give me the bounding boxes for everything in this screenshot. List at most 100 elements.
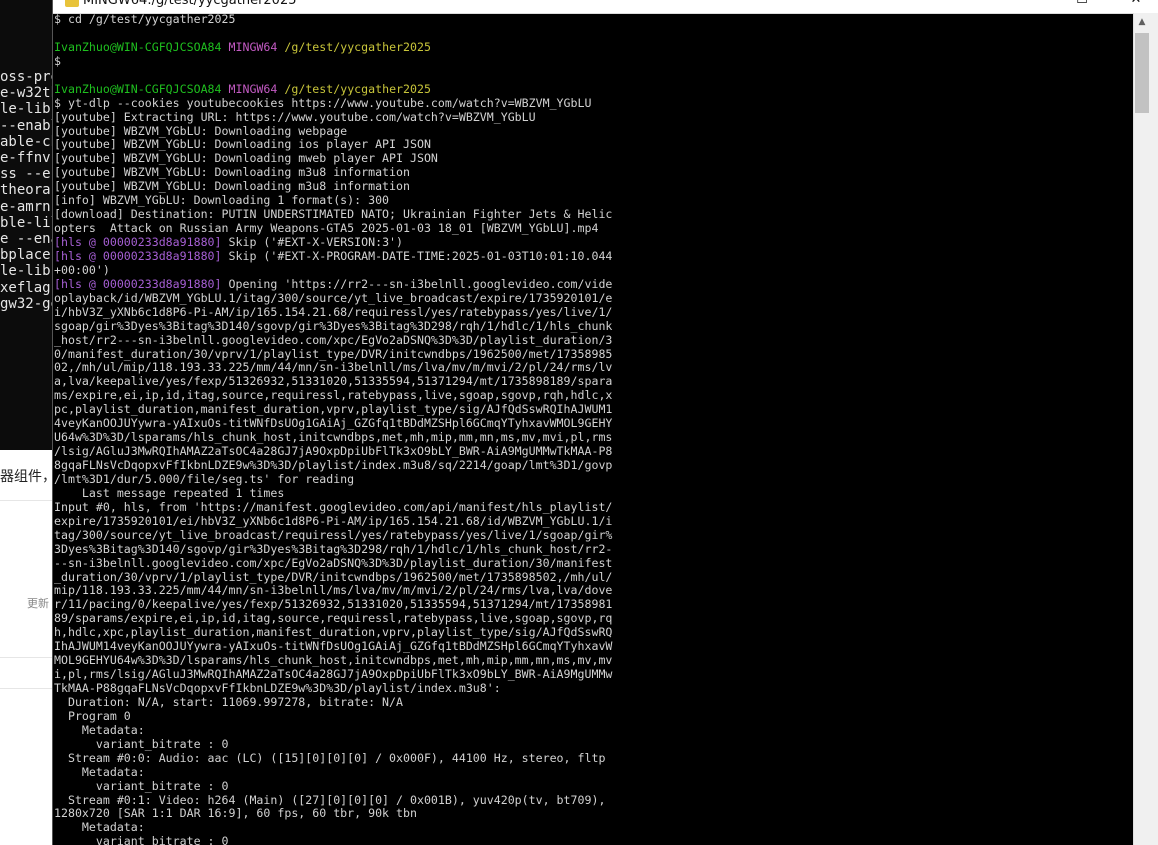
- terminal-window[interactable]: MINGW64:/g/test/yycgather2025 ☐ ✕ $ cd /…: [52, 0, 1158, 845]
- output-line: [youtube] WBZVM_YGbLU: Downloading m3u8 …: [54, 166, 410, 180]
- output-line: h,hdlc,xpc,playlist_duration,manifest_du…: [54, 626, 613, 640]
- hls-tag: [hls @ 00000233d8a91880]: [54, 277, 222, 291]
- background-text-line: bplacek: [0, 247, 52, 264]
- output-line: r/11/pacing/0/keepalive/yes/fexp/5132693…: [54, 598, 613, 612]
- background-terminal: oss-pree-w32thle-libz--enablable-che-ffn…: [0, 0, 52, 450]
- prompt-shell: MINGW64: [228, 82, 278, 96]
- divider: [0, 688, 52, 689]
- output-line: 8gqaFLNsVcDqopxvFfIkbnLDZE9w%3D%3D/playl…: [54, 459, 613, 472]
- background-text-line: --enabl: [0, 117, 52, 134]
- hls-tag: [hls @ 00000233d8a91880]: [54, 249, 222, 263]
- terminal-output[interactable]: $ cd /g/test/yycgather2025 IvanZhuo@WIN-…: [53, 13, 1133, 845]
- command-line: $ cd /g/test/yycgather2025: [54, 13, 236, 26]
- output-line: +00:00'): [54, 263, 110, 277]
- scroll-up-arrow-icon[interactable]: ▲: [1134, 15, 1150, 29]
- background-text-line: e-w32th: [0, 85, 52, 102]
- output-line: i/hbV3Z_yXNb6c1d8P6-Pi-AM/ip/165.154.21.…: [54, 305, 613, 319]
- output-line: pc,playlist_duration,manifest_duration,v…: [54, 403, 613, 417]
- scroll-thumb[interactable]: [1135, 33, 1149, 113]
- background-text-line: oss-pre: [0, 69, 52, 85]
- output-line: 0/manifest_duration/30/vprv/1/playlist_t…: [54, 347, 613, 361]
- prompt-line: IvanZhuo@WIN-CGFQJCSOA84 MINGW64 /g/test…: [54, 41, 1133, 55]
- output-line: Input #0, hls, from 'https://manifest.go…: [54, 500, 613, 514]
- prompt-line: IvanZhuo@WIN-CGFQJCSOA84 MINGW64 /g/test…: [54, 83, 1133, 97]
- output-line: --sn-i3belnll.googlevideo.com/xpc/EgVo2a…: [54, 556, 613, 570]
- output-block: $ yt-dlp --cookies youtubecookies https:…: [54, 97, 1133, 236]
- prompt-user: IvanZhuo@WIN-CGFQJCSOA84: [54, 40, 222, 54]
- output-line: [youtube] WBZVM_YGbLU: Downloading mweb …: [54, 152, 438, 166]
- hls-message: Skip ('#EXT-X-VERSION:3'): [221, 236, 404, 249]
- output-line: Stream #0:0: Audio: aac (LC) ([15][0][0]…: [54, 751, 606, 765]
- output-line: U64w%3D%3D/lsparams/hls_chunk_host,initc…: [54, 431, 613, 445]
- prompt-user: IvanZhuo@WIN-CGFQJCSOA84: [54, 82, 222, 96]
- output-line: 4veyKanOOJUYywra-yAIxuOs-titWNfDsUOg1GAi…: [54, 417, 613, 431]
- background-update-label: 更新: [27, 597, 49, 610]
- output-line: _host/rr2---sn-i3belnll.googlevideo.com/…: [54, 333, 613, 347]
- output-line: /lmt%3D1/dur/5.000/file/seg.ts' for read…: [54, 472, 355, 486]
- prompt-shell: MINGW64: [228, 40, 278, 54]
- background-text-line: able-ch: [0, 133, 52, 150]
- output-line: opters Attack on Russian Army Weapons-GT…: [54, 222, 599, 236]
- divider: [0, 500, 52, 501]
- divider: [0, 657, 52, 658]
- output-line: tag/300/source/yt_live_broadcast/require…: [54, 528, 613, 542]
- output-line: [youtube] WBZVM_YGbLU: Downloading webpa…: [54, 124, 348, 138]
- output-line: 02,/mh/ul/mip/118.193.33.225/mm/44/mn/sn…: [54, 361, 613, 375]
- window-title: MINGW64:/g/test/yycgather2025: [83, 0, 297, 8]
- output-block: oplayback/id/WBZVM_YGbLU.1/itag/300/sour…: [54, 292, 1133, 845]
- output-line: variant_bitrate : 0: [54, 779, 229, 793]
- output-line: a,lva/keepalive/yes/fexp/51326932,513310…: [54, 375, 613, 389]
- command-line: $: [54, 54, 61, 68]
- output-line: _duration/30/vprv/1/playlist_type/DVR/in…: [54, 570, 613, 584]
- hls-log-line: [hls @ 00000233d8a91880] Skip ('#EXT-X-P…: [54, 250, 1133, 264]
- output-line: /lsig/AGluJ3MwRQIhAMAZ2aTsOC4a28GJ7jA9Ox…: [54, 445, 613, 459]
- hls-log-line: [hls @ 00000233d8a91880] Opening 'https:…: [54, 278, 1133, 292]
- title-bar[interactable]: MINGW64:/g/test/yycgather2025 ☐ ✕: [53, 0, 1158, 14]
- output-line: [info] WBZVM_YGbLU: Downloading 1 format…: [54, 194, 390, 208]
- vertical-scrollbar[interactable]: ▲: [1133, 13, 1158, 845]
- output-line: Program 0: [54, 709, 131, 723]
- output-line: TkMAA-P88gqaFLNsVcDqopxvFfIkbnLDZE9w%3D%…: [54, 682, 501, 695]
- prompt-path: /g/test/yycgather2025: [284, 82, 431, 96]
- background-text-line: e-amrnk: [0, 198, 52, 215]
- background-page: [0, 450, 52, 845]
- hls-message: Skip ('#EXT-X-PROGRAM-DATE-TIME:2025-01-…: [221, 249, 613, 263]
- background-text-line: ss --er: [0, 166, 52, 183]
- output-line: 3Dyes%3Bitag%3D140/sgovp/gir%3Dyes%3Bita…: [54, 542, 613, 556]
- output-line: Metadata:: [54, 765, 145, 779]
- output-line: variant_bitrate : 0: [54, 835, 229, 845]
- output-line: expire/1735920101/ei/hbV3Z_yXNb6c1d8P6-P…: [54, 514, 613, 528]
- background-text-line: theora: [0, 182, 51, 199]
- output-line: IhAJWUM14veyKanOOJUYywra-yAIxuOs-titWNfD…: [54, 640, 613, 654]
- output-line: $ yt-dlp --cookies youtubecookies https:…: [54, 96, 592, 110]
- background-text-line: gw32-ge: [0, 295, 52, 312]
- hls-log-line: [hls @ 00000233d8a91880] Skip ('#EXT-X-V…: [54, 236, 1133, 250]
- output-line: Metadata:: [54, 821, 145, 835]
- close-button[interactable]: ✕: [1113, 0, 1158, 13]
- output-line: 1280x720 [SAR 1:1 DAR 16:9], 60 fps, 60 …: [54, 807, 417, 821]
- output-line: [download] Destination: PUTIN UNDERSTIMA…: [54, 208, 613, 222]
- output-line: Last message repeated 1 times: [54, 486, 285, 500]
- background-text-snippet: 器组件，: [0, 469, 56, 485]
- background-text-line: le-libz: [0, 263, 52, 280]
- output-line: Metadata:: [54, 723, 145, 737]
- output-line: Stream #0:1: Video: h264 (Main) ([27][0]…: [54, 793, 606, 807]
- mingw-terminal-icon: [65, 0, 79, 7]
- hls-message: Opening 'https://rr2---sn-i3belnll.googl…: [221, 277, 613, 291]
- background-text-line: ble-lil: [0, 214, 52, 231]
- background-text-line: xeflags: [0, 279, 52, 296]
- output-line: [youtube] WBZVM_YGbLU: Downloading ios p…: [54, 138, 431, 152]
- output-line: 89/sparams/expire,ei,ip,id,itag,source,r…: [54, 612, 613, 626]
- maximize-button[interactable]: ☐: [1059, 0, 1105, 13]
- output-line: Duration: N/A, start: 11069.997278, bitr…: [54, 695, 404, 709]
- output-line: oplayback/id/WBZVM_YGbLU.1/itag/300/sour…: [54, 291, 613, 305]
- output-line: i,pl,rms/lsig/AGluJ3MwRQIhAMAZ2aTsOC4a28…: [54, 668, 613, 682]
- prompt-path: /g/test/yycgather2025: [284, 40, 431, 54]
- output-line: mip/118.193.33.225/mm/44/mn/sn-i3belnll/…: [54, 584, 613, 598]
- background-text-line: le-libz: [0, 101, 52, 118]
- output-line: [youtube] Extracting URL: https://www.yo…: [54, 110, 536, 124]
- output-line: variant_bitrate : 0: [54, 737, 229, 751]
- background-text-line: e-ffnvc: [0, 150, 52, 166]
